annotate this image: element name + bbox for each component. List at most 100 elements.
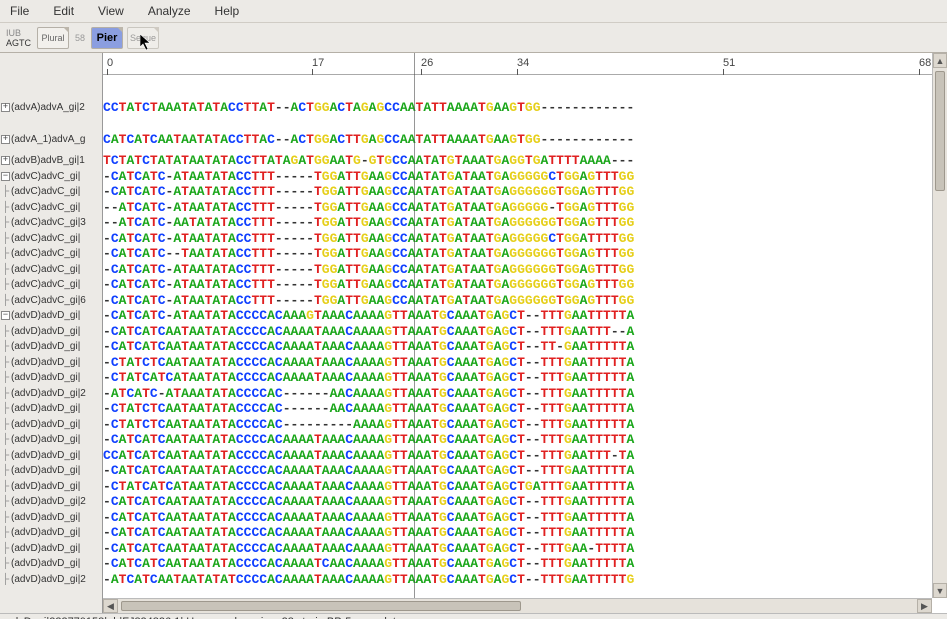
tree-branch-icon: ├: [1, 558, 10, 569]
scroll-left-arrow[interactable]: ◀: [103, 599, 118, 613]
sequence-label[interactable]: ├(advC)advC_gi|: [0, 231, 102, 247]
sequence-label[interactable]: ├(advD)advD_gi|: [0, 339, 102, 355]
sequence-row[interactable]: -CATCATCAATAATATACCCCACAAAATCAACAAAAGTTA…: [103, 556, 947, 572]
sequence-label[interactable]: ├(advD)advD_gi|: [0, 556, 102, 572]
sequence-row[interactable]: TCTATCTATATAATATACCTTATAGATGGAATG-GTGCCA…: [103, 153, 947, 169]
sequence-label[interactable]: ├(advD)advD_gi|: [0, 324, 102, 340]
sequence-row[interactable]: -CATCATC--TAATATACCTTT-----TGGATTGAAGCCA…: [103, 246, 947, 262]
tree-branch-icon: ├: [1, 186, 10, 197]
sequence-label[interactable]: ├(advC)advC_gi|3: [0, 215, 102, 231]
menu-help[interactable]: Help: [215, 4, 240, 18]
scroll-up-arrow[interactable]: ▲: [933, 53, 947, 68]
sequence-row[interactable]: -CTATCATCATAATATACCCCACAAAATAAACAAAAGTTA…: [103, 370, 947, 386]
sequence-name: (advD)advD_gi|: [11, 310, 80, 321]
sequence-row[interactable]: -CATCATCAATAATATACCCCACAAAATAAACAAAAGTTA…: [103, 463, 947, 479]
toolbar-btn-seque[interactable]: Seque: [127, 27, 159, 49]
sequence-row[interactable]: -CTATCATCATAATATACCCCACAAAATAAACAAAAGTTA…: [103, 479, 947, 495]
sequence-row[interactable]: -CATCATCAATAATATACCCCACAAAATAAACAAAAGTTA…: [103, 494, 947, 510]
collapse-icon[interactable]: −: [1, 172, 10, 181]
sequence-row[interactable]: -CATCATC-ATAATATACCTTT-----TGGATTGAAGCCA…: [103, 262, 947, 278]
sequence-row[interactable]: CATCATCAATAATATACCTTAC--ACTGGACTTGAGCCAA…: [103, 132, 947, 148]
sequence-row[interactable]: -CATCATC-ATAATATACCTTT-----TGGATTGAAGCCA…: [103, 277, 947, 293]
sequence-label[interactable]: ├(advD)advD_gi|: [0, 525, 102, 541]
sequence-row[interactable]: -CATCATCAATAATATACCCCACAAAATAAACAAAAGTTA…: [103, 541, 947, 557]
expand-icon[interactable]: +: [1, 156, 10, 165]
expand-icon[interactable]: +: [1, 135, 10, 144]
sequence-name: (advA)advA_gi|2: [11, 102, 85, 113]
sequence-name: (advD)advD_gi|2: [11, 574, 86, 585]
sequence-label[interactable]: ├(advD)advD_gi|: [0, 479, 102, 495]
sequence-label[interactable]: ├(advD)advD_gi|: [0, 417, 102, 433]
tree-branch-icon: ├: [1, 264, 10, 275]
sequence-label[interactable]: ├(advD)advD_gi|2: [0, 572, 102, 588]
vscroll-thumb[interactable]: [935, 71, 945, 191]
sequence-label[interactable]: ├(advD)advD_gi|: [0, 448, 102, 464]
scroll-down-arrow[interactable]: ▼: [933, 583, 947, 598]
sequence-row[interactable]: -ATCATC-ATAAATATACCCCAC------AACAAAAGTTA…: [103, 386, 947, 402]
sequence-label[interactable]: ├(advD)advD_gi|: [0, 541, 102, 557]
sequence-row[interactable]: -CTATCTCAATAATATACCCCAC---------AAAAGTTA…: [103, 417, 947, 433]
sequence-label[interactable]: −(advD)advD_gi|: [0, 308, 102, 324]
sequence-row[interactable]: -CATCATC-ATAATATACCTTT-----TGGATTGAAGCCA…: [103, 293, 947, 309]
expand-icon[interactable]: +: [1, 103, 10, 112]
sequence-label[interactable]: ├(advC)advC_gi|6: [0, 293, 102, 309]
sequence-name: (advD)advD_gi|: [11, 527, 80, 538]
menu-view[interactable]: View: [98, 4, 124, 18]
sequence-row[interactable]: -CATCATC-ATAATATACCTTT-----TGGATTGAAGCCA…: [103, 184, 947, 200]
sequence-row[interactable]: CCATCATCAATAATATACCCCACAAAATAAACAAAAGTTA…: [103, 448, 947, 464]
sequence-label[interactable]: ├(advC)advC_gi|: [0, 277, 102, 293]
sequence-row[interactable]: -CATCATC-ATAATATACCCCACAAAGTAAACAAAAGTTA…: [103, 308, 947, 324]
sequence-name: (advD)advD_gi|: [11, 357, 80, 368]
sequence-name: (advD)advD_gi|: [11, 341, 80, 352]
sequence-label[interactable]: −(advC)advC_gi|: [0, 169, 102, 185]
sequence-label[interactable]: ├(advC)advC_gi|: [0, 200, 102, 216]
menu-file[interactable]: File: [10, 4, 29, 18]
sequence-row[interactable]: -CATCATCAATAATATACCCCACAAAATAAACAAAAGTTA…: [103, 525, 947, 541]
sequence-row[interactable]: --ATCATC-AATATATACCTTT-----TGGATTGAAGCCA…: [103, 215, 947, 231]
sequence-label[interactable]: ├(advD)advD_gi|2: [0, 386, 102, 402]
sequence-row[interactable]: -CATCATCAATAATATACCCCACAAAATAAACAAAAGTTA…: [103, 339, 947, 355]
sequence-name: (advD)advD_gi|: [11, 372, 80, 383]
tree-branch-icon: ├: [1, 202, 10, 213]
sequence-label[interactable]: ├(advD)advD_gi|: [0, 401, 102, 417]
sequence-row[interactable]: -CATCATC-ATAATATACCTTT-----TGGATTGAAGCCA…: [103, 169, 947, 185]
sequence-label[interactable]: +(advB)advB_gi|1: [0, 153, 102, 169]
menu-edit[interactable]: Edit: [53, 4, 74, 18]
sequence-row[interactable]: CCTATCTAAATATATACCTTAT--ACTGGACTAGAGCCAA…: [103, 100, 947, 116]
toolbar-btn-pier-label: Pier: [97, 32, 118, 44]
sequence-row[interactable]: --ATCATC-ATAATATACCTTT-----TGGATTGAAGCCA…: [103, 200, 947, 216]
sequence-rows[interactable]: CCTATCTAAATATATACCTTAT--ACTGGACTAGAGCCAA…: [103, 75, 947, 587]
sequence-name: (advD)advD_gi|2: [11, 388, 86, 399]
sequence-label[interactable]: ├(advD)advD_gi|: [0, 370, 102, 386]
sequence-row[interactable]: -ATCATCAATAATATATCCCCACAAAATAAACAAAAGTTA…: [103, 572, 947, 588]
sequence-row[interactable]: -CATCATCAATAATATACCCCACAAAATAAACAAAAGTTA…: [103, 324, 947, 340]
sequence-row[interactable]: -CTATCTCAATAATATACCCCAC------AACAAAAGTTA…: [103, 401, 947, 417]
tree-branch-icon: ├: [1, 357, 10, 368]
menu-analyze[interactable]: Analyze: [148, 4, 191, 18]
sequence-label[interactable]: ├(advD)advD_gi|: [0, 463, 102, 479]
sequence-name: (advC)advC_gi|6: [11, 295, 86, 306]
sequence-label[interactable]: ├(advC)advC_gi|: [0, 262, 102, 278]
vertical-scrollbar[interactable]: ▲ ▼: [932, 53, 947, 598]
horizontal-scrollbar[interactable]: ◀ ▶: [103, 598, 932, 613]
collapse-icon[interactable]: −: [1, 311, 10, 320]
sequence-label[interactable]: ├(advD)advD_gi|: [0, 510, 102, 526]
sequence-row[interactable]: -CATCATC-ATAATATACCTTT-----TGGATTGAAGCCA…: [103, 231, 947, 247]
hscroll-thumb[interactable]: [121, 601, 521, 611]
sequence-row[interactable]: -CTATCTCAATAATATACCCCACAAAATAAACAAAAGTTA…: [103, 355, 947, 371]
sequence-label[interactable]: ├(advD)advD_gi|: [0, 432, 102, 448]
sequence-label[interactable]: +(advA_1)advA_g: [0, 132, 102, 148]
sequence-view[interactable]: 01726345168 CCTATCTAAATATATACCTTAT--ACTG…: [103, 53, 947, 613]
sequence-row[interactable]: -CATCATCAATAATATACCCCACAAAATAAACAAAAGTTA…: [103, 432, 947, 448]
sequence-label[interactable]: ├(advC)advC_gi|: [0, 246, 102, 262]
sequence-label[interactable]: ├(advD)advD_gi|2: [0, 494, 102, 510]
sequence-label[interactable]: ├(advC)advC_gi|: [0, 184, 102, 200]
sequence-row[interactable]: -CATCATCAATAATATACCCCACAAAATAAACAAAAGTTA…: [103, 510, 947, 526]
tree-branch-icon: ├: [1, 465, 10, 476]
sequence-label[interactable]: ├(advD)advD_gi|: [0, 355, 102, 371]
toolbar-btn-plural[interactable]: Plural: [37, 27, 69, 49]
sequence-label[interactable]: +(advA)advA_gi|2: [0, 100, 102, 116]
toolbar-btn-pier[interactable]: Pier: [91, 27, 123, 49]
scroll-right-arrow[interactable]: ▶: [917, 599, 932, 613]
tree-branch-icon: ├: [1, 450, 10, 461]
